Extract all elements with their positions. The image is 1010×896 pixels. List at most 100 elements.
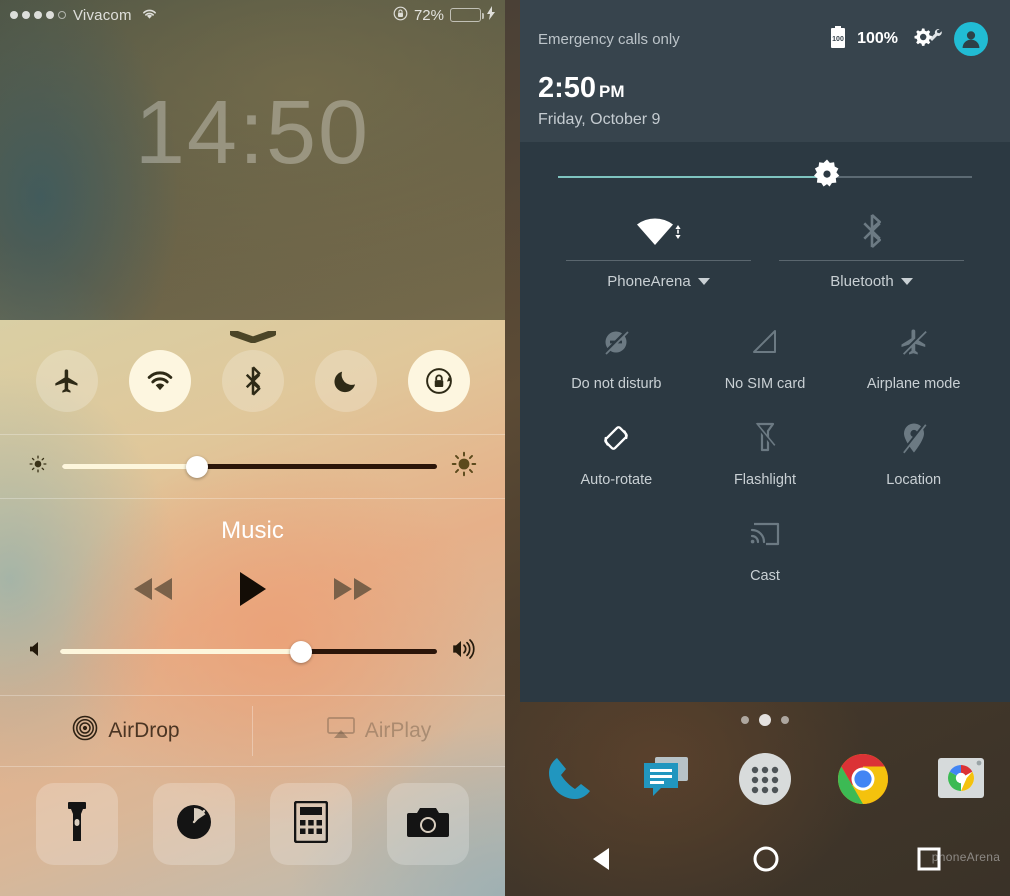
previous-track-button[interactable] (130, 575, 176, 608)
ios-phone-screen: Vivacom 72% 14:50 Music AirDrop AirPlay (0, 0, 505, 896)
tile-label: Do not disturb (571, 376, 662, 392)
carrier-status-label: Emergency calls only (538, 30, 680, 48)
dual-phone-comparison: Vivacom 72% 14:50 Music AirDrop AirPlay … (0, 0, 1010, 896)
tile-label: Airplane mode (866, 376, 961, 392)
share-row: AirDrop AirPlay (0, 696, 505, 766)
messages-icon[interactable] (636, 748, 698, 810)
location-tile[interactable]: Location (839, 402, 988, 498)
page-dot-current[interactable] (759, 714, 771, 726)
app-drawer-icon[interactable] (734, 748, 796, 810)
tile-label: Auto-rotate (580, 472, 653, 488)
timer-shortcut-button[interactable] (152, 783, 235, 865)
wifi-icon (141, 7, 158, 24)
do-not-disturb-tile[interactable]: Do not disturb (542, 306, 691, 402)
spacer-cell (542, 498, 691, 594)
next-track-button[interactable] (330, 575, 376, 608)
android-quick-settings-panel: Emergency calls only 100 100% 2:50 PM Fr… (520, 0, 1010, 702)
android-phone-screen: Emergency calls only 100 100% 2:50 PM Fr… (505, 0, 1010, 896)
brightness-slider-thumb[interactable] (812, 159, 842, 195)
signal-dot (46, 11, 54, 19)
brightness-slider-thumb[interactable] (186, 455, 208, 478)
svg-text:100: 100 (832, 36, 844, 43)
brightness-high-icon (451, 451, 477, 482)
volume-slider[interactable] (60, 640, 437, 663)
android-brightness-slider[interactable] (558, 159, 972, 187)
calculator-shortcut-button[interactable] (270, 783, 353, 865)
bluetooth-tile[interactable]: Bluetooth (765, 202, 978, 290)
wifi-tile-label-row: PhoneArena (566, 261, 751, 290)
airplane-mode-tile[interactable]: Airplane mode (839, 306, 988, 402)
do-not-disturb-toggle[interactable] (314, 350, 377, 412)
control-center-grabber[interactable] (229, 329, 276, 344)
back-triangle-icon[interactable] (588, 845, 616, 878)
signal-dot (10, 11, 18, 19)
signal-dot (22, 11, 30, 19)
airdrop-label: AirDrop (108, 719, 180, 742)
tile-label: No SIM card (724, 376, 806, 392)
brightness-slider[interactable] (62, 455, 437, 478)
battery-percent-label: 72% (413, 6, 444, 24)
camera-shortcut-button[interactable] (387, 783, 470, 865)
signal-strength-dots (10, 11, 66, 19)
flashlight-icon (67, 801, 87, 848)
airplay-button[interactable]: AirPlay (253, 696, 505, 766)
bluetooth-tile-label: Bluetooth (830, 273, 894, 290)
chevron-down-icon[interactable] (697, 273, 710, 290)
brightness-slider-row (0, 435, 505, 498)
signal-dot-empty (58, 11, 66, 19)
flashlight-shortcut-button[interactable] (35, 783, 118, 865)
gear-wrench-icon[interactable] (909, 24, 943, 55)
do-not-disturb-off-icon (542, 320, 691, 364)
volume-low-icon (28, 640, 46, 663)
timer-icon (174, 802, 214, 847)
android-brightness-row (520, 142, 1010, 188)
calculator-icon (293, 800, 329, 848)
camera-icon[interactable] (930, 748, 992, 810)
airplane-mode-toggle[interactable] (35, 350, 98, 412)
airdrop-button[interactable]: AirDrop (0, 696, 252, 766)
user-avatar-icon[interactable] (954, 22, 988, 56)
volume-high-icon (451, 638, 477, 665)
clock-time: 2:50 PM (538, 74, 988, 103)
cast-tile[interactable]: Cast (691, 498, 840, 594)
music-widget: Music (0, 499, 505, 695)
home-circle-icon[interactable] (752, 845, 780, 878)
ios-status-bar: Vivacom 72% (0, 0, 505, 30)
airdrop-icon (72, 715, 98, 747)
tile-label: Flashlight (733, 472, 797, 488)
airplay-label: AirPlay (364, 719, 432, 742)
quick-settings-header-right: 100 100% (830, 22, 988, 56)
primary-tiles-row: PhoneArena Bluetooth (520, 188, 1010, 290)
spacer-cell (839, 498, 988, 594)
page-dot[interactable] (781, 716, 789, 724)
music-transport-controls (0, 571, 505, 634)
wifi-tile[interactable]: PhoneArena (552, 202, 765, 290)
auto-rotate-tile[interactable]: Auto-rotate (542, 402, 691, 498)
android-dock (520, 748, 1010, 810)
bluetooth-off-icon (779, 202, 964, 260)
ios-control-center: Music AirDrop AirPlay (0, 320, 505, 896)
location-off-icon (839, 416, 988, 460)
ios-lock-clock: 14:50 (134, 83, 371, 183)
wifi-toggle[interactable] (128, 350, 191, 412)
chevron-down-icon[interactable] (900, 273, 913, 290)
wifi-tile-label: PhoneArena (607, 273, 691, 290)
chrome-icon[interactable] (832, 748, 894, 810)
phonearena-watermark: phoneArena (931, 850, 1001, 864)
play-button[interactable] (238, 571, 268, 612)
phone-icon[interactable] (538, 748, 600, 810)
battery-percent-label: 100% (857, 30, 898, 47)
no-sim-card-tile[interactable]: No SIM card (691, 306, 840, 402)
clock-date: Friday, October 9 (538, 111, 661, 128)
flashlight-tile[interactable]: Flashlight (691, 402, 840, 498)
flashlight-off-icon (691, 416, 840, 460)
airplane-off-icon (839, 320, 988, 364)
cast-icon (691, 512, 840, 556)
rotation-lock-icon (393, 6, 408, 25)
bluetooth-tile-label-row: Bluetooth (779, 261, 964, 290)
bluetooth-toggle[interactable] (221, 350, 284, 412)
page-dot[interactable] (741, 716, 749, 724)
rotation-lock-toggle[interactable] (407, 350, 470, 412)
volume-slider-thumb[interactable] (290, 640, 313, 663)
app-shortcuts-row (0, 767, 505, 887)
